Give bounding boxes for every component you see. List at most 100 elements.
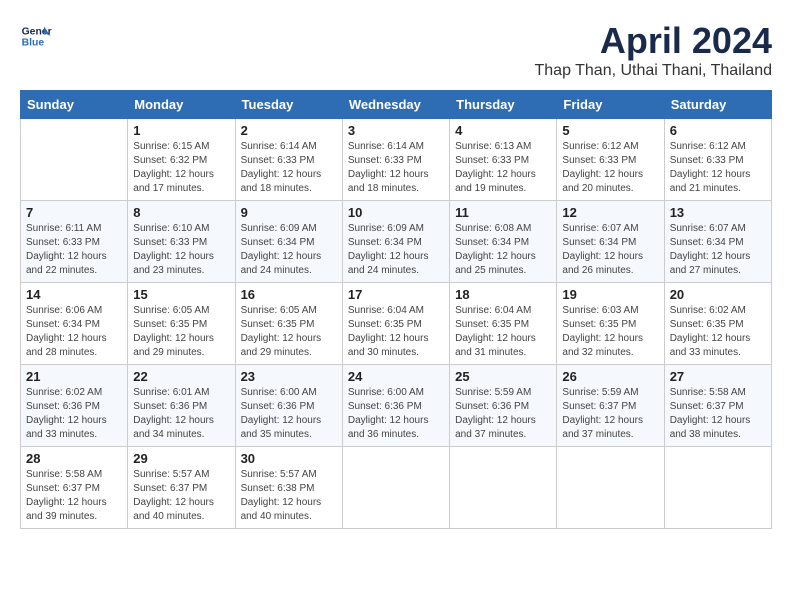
day-info: Sunrise: 6:00 AM Sunset: 6:36 PM Dayligh…: [241, 386, 337, 442]
day-info: Sunrise: 6:12 AM Sunset: 6:33 PM Dayligh…: [670, 140, 766, 196]
calendar-week-1: 7 Sunrise: 6:11 AM Sunset: 6:33 PM Daylig…: [21, 201, 772, 283]
day-number: 10: [348, 205, 444, 220]
day-number: 1: [133, 123, 229, 138]
calendar-cell: 7 Sunrise: 6:11 AM Sunset: 6:33 PM Daylig…: [21, 201, 128, 283]
day-number: 8: [133, 205, 229, 220]
calendar-cell: [557, 447, 664, 529]
day-number: 5: [562, 123, 658, 138]
day-info: Sunrise: 6:14 AM Sunset: 6:33 PM Dayligh…: [348, 140, 444, 196]
day-info: Sunrise: 6:05 AM Sunset: 6:35 PM Dayligh…: [241, 304, 337, 360]
day-info: Sunrise: 6:07 AM Sunset: 6:34 PM Dayligh…: [562, 222, 658, 278]
day-number: 17: [348, 287, 444, 302]
calendar-cell: 15 Sunrise: 6:05 AM Sunset: 6:35 PM Dayli…: [128, 283, 235, 365]
calendar-cell: 29 Sunrise: 5:57 AM Sunset: 6:37 PM Dayli…: [128, 447, 235, 529]
calendar-cell: 3Sunrise: 6:14 AM Sunset: 6:33 PM Daylig…: [342, 119, 449, 201]
calendar-week-4: 28Sunrise: 5:58 AM Sunset: 6:37 PM Dayli…: [21, 447, 772, 529]
calendar-table: SundayMondayTuesdayWednesdayThursdayFrid…: [20, 90, 772, 529]
calendar-cell: 6 Sunrise: 6:12 AM Sunset: 6:33 PM Daylig…: [664, 119, 771, 201]
day-number: 19: [562, 287, 658, 302]
logo: General Blue: [20, 20, 52, 52]
day-number: 22: [133, 369, 229, 384]
title-area: April 2024 Thap Than, Uthai Thani, Thail…: [535, 20, 773, 80]
calendar-cell: 20 Sunrise: 6:02 AM Sunset: 6:35 PM Dayli…: [664, 283, 771, 365]
day-number: 25: [455, 369, 551, 384]
day-info: Sunrise: 6:09 AM Sunset: 6:34 PM Dayligh…: [241, 222, 337, 278]
day-info: Sunrise: 5:57 AM Sunset: 6:37 PM Dayligh…: [133, 468, 229, 524]
day-info: Sunrise: 5:59 AM Sunset: 6:36 PM Dayligh…: [455, 386, 551, 442]
day-number: 14: [26, 287, 122, 302]
day-number: 27: [670, 369, 766, 384]
calendar-week-0: 1Sunrise: 6:15 AM Sunset: 6:32 PM Daylig…: [21, 119, 772, 201]
calendar-cell: 13 Sunrise: 6:07 AM Sunset: 6:34 PM Dayli…: [664, 201, 771, 283]
day-number: 12: [562, 205, 658, 220]
calendar-cell: [664, 447, 771, 529]
day-number: 11: [455, 205, 551, 220]
day-number: 23: [241, 369, 337, 384]
day-number: 13: [670, 205, 766, 220]
header-thursday: Thursday: [450, 91, 557, 119]
calendar-cell: 2Sunrise: 6:14 AM Sunset: 6:33 PM Daylig…: [235, 119, 342, 201]
day-info: Sunrise: 6:11 AM Sunset: 6:33 PM Dayligh…: [26, 222, 122, 278]
day-number: 30: [241, 451, 337, 466]
calendar-cell: 10 Sunrise: 6:09 AM Sunset: 6:34 PM Dayli…: [342, 201, 449, 283]
day-number: 6: [670, 123, 766, 138]
header-sunday: Sunday: [21, 91, 128, 119]
header-wednesday: Wednesday: [342, 91, 449, 119]
calendar-cell: 24 Sunrise: 6:00 AM Sunset: 6:36 PM Dayli…: [342, 365, 449, 447]
location-title: Thap Than, Uthai Thani, Thailand: [535, 62, 773, 80]
day-info: Sunrise: 6:13 AM Sunset: 6:33 PM Dayligh…: [455, 140, 551, 196]
calendar-header-row: SundayMondayTuesdayWednesdayThursdayFrid…: [21, 91, 772, 119]
header-tuesday: Tuesday: [235, 91, 342, 119]
calendar-cell: 4 Sunrise: 6:13 AM Sunset: 6:33 PM Daylig…: [450, 119, 557, 201]
day-info: Sunrise: 6:12 AM Sunset: 6:33 PM Dayligh…: [562, 140, 658, 196]
calendar-cell: 25 Sunrise: 5:59 AM Sunset: 6:36 PM Dayli…: [450, 365, 557, 447]
header-friday: Friday: [557, 91, 664, 119]
calendar-cell: 8 Sunrise: 6:10 AM Sunset: 6:33 PM Daylig…: [128, 201, 235, 283]
day-info: Sunrise: 6:00 AM Sunset: 6:36 PM Dayligh…: [348, 386, 444, 442]
calendar-cell: 16 Sunrise: 6:05 AM Sunset: 6:35 PM Dayli…: [235, 283, 342, 365]
day-number: 21: [26, 369, 122, 384]
day-info: Sunrise: 6:08 AM Sunset: 6:34 PM Dayligh…: [455, 222, 551, 278]
day-number: 2: [241, 123, 337, 138]
calendar-week-3: 21 Sunrise: 6:02 AM Sunset: 6:36 PM Dayli…: [21, 365, 772, 447]
day-number: 24: [348, 369, 444, 384]
calendar-cell: 22Sunrise: 6:01 AM Sunset: 6:36 PM Dayli…: [128, 365, 235, 447]
day-info: Sunrise: 6:02 AM Sunset: 6:36 PM Dayligh…: [26, 386, 122, 442]
calendar-cell: 26Sunrise: 5:59 AM Sunset: 6:37 PM Dayli…: [557, 365, 664, 447]
day-info: Sunrise: 6:10 AM Sunset: 6:33 PM Dayligh…: [133, 222, 229, 278]
day-number: 18: [455, 287, 551, 302]
day-number: 4: [455, 123, 551, 138]
calendar-cell: 9 Sunrise: 6:09 AM Sunset: 6:34 PM Daylig…: [235, 201, 342, 283]
day-number: 7: [26, 205, 122, 220]
day-number: 26: [562, 369, 658, 384]
day-info: Sunrise: 6:05 AM Sunset: 6:35 PM Dayligh…: [133, 304, 229, 360]
day-number: 9: [241, 205, 337, 220]
day-info: Sunrise: 6:09 AM Sunset: 6:34 PM Dayligh…: [348, 222, 444, 278]
logo-icon: General Blue: [20, 20, 52, 52]
svg-text:Blue: Blue: [22, 38, 45, 49]
calendar-cell: 23 Sunrise: 6:00 AM Sunset: 6:36 PM Dayli…: [235, 365, 342, 447]
day-number: 16: [241, 287, 337, 302]
calendar-cell: [450, 447, 557, 529]
calendar-cell: 18Sunrise: 6:04 AM Sunset: 6:35 PM Dayli…: [450, 283, 557, 365]
calendar-body: 1Sunrise: 6:15 AM Sunset: 6:32 PM Daylig…: [21, 119, 772, 529]
day-info: Sunrise: 6:07 AM Sunset: 6:34 PM Dayligh…: [670, 222, 766, 278]
calendar-cell: 12 Sunrise: 6:07 AM Sunset: 6:34 PM Dayli…: [557, 201, 664, 283]
day-number: 15: [133, 287, 229, 302]
calendar-cell: [21, 119, 128, 201]
day-number: 20: [670, 287, 766, 302]
calendar-cell: 28Sunrise: 5:58 AM Sunset: 6:37 PM Dayli…: [21, 447, 128, 529]
calendar-cell: 27Sunrise: 5:58 AM Sunset: 6:37 PM Dayli…: [664, 365, 771, 447]
day-info: Sunrise: 6:04 AM Sunset: 6:35 PM Dayligh…: [348, 304, 444, 360]
month-title: April 2024: [535, 20, 773, 62]
day-info: Sunrise: 5:58 AM Sunset: 6:37 PM Dayligh…: [26, 468, 122, 524]
day-info: Sunrise: 6:02 AM Sunset: 6:35 PM Dayligh…: [670, 304, 766, 360]
calendar-cell: 21 Sunrise: 6:02 AM Sunset: 6:36 PM Dayli…: [21, 365, 128, 447]
calendar-cell: [342, 447, 449, 529]
calendar-cell: 17 Sunrise: 6:04 AM Sunset: 6:35 PM Dayli…: [342, 283, 449, 365]
day-info: Sunrise: 6:03 AM Sunset: 6:35 PM Dayligh…: [562, 304, 658, 360]
calendar-cell: 11 Sunrise: 6:08 AM Sunset: 6:34 PM Dayli…: [450, 201, 557, 283]
header-saturday: Saturday: [664, 91, 771, 119]
day-number: 29: [133, 451, 229, 466]
day-info: Sunrise: 6:06 AM Sunset: 6:34 PM Dayligh…: [26, 304, 122, 360]
